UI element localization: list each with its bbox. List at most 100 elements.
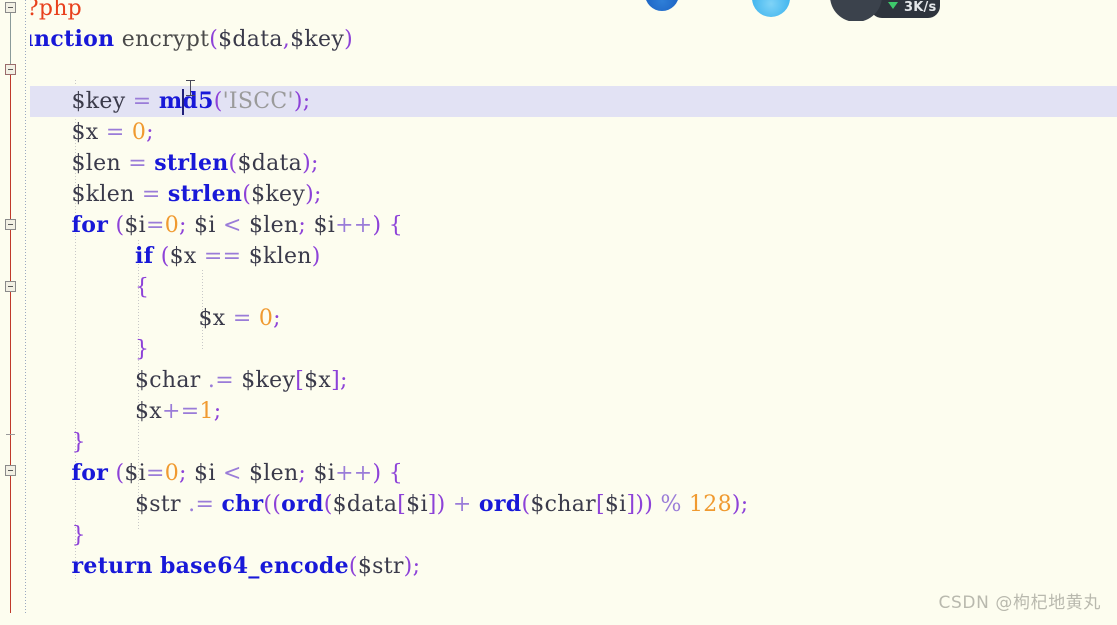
code-line[interactable]: for ($i=0; $i < $len; $i++) { (0, 458, 1117, 489)
code-line[interactable]: { (0, 55, 1117, 86)
code-token: ( (209, 27, 219, 52)
code-line[interactable]: function encrypt($data,$key) (0, 24, 1117, 55)
code-token: $data (237, 151, 303, 176)
floating-ball-blue-dark[interactable] (645, 0, 679, 11)
code-token: ) (344, 27, 353, 52)
floating-ball-light-icon (752, 0, 790, 17)
code-token: 'ISCC' (222, 89, 294, 114)
code-line[interactable]: $x = 0; (0, 303, 1117, 334)
code-token: ) (293, 89, 303, 114)
fold-collapse-button[interactable] (5, 281, 16, 292)
code-token: ; (146, 120, 154, 145)
code-line[interactable]: if ($x == $klen) (0, 241, 1117, 272)
code-token: $char (530, 492, 596, 517)
code-token: $i (194, 461, 216, 486)
gutter-dotted-rule (25, 0, 26, 625)
code-line[interactable]: return base64_encode($str); (0, 551, 1117, 582)
code-line[interactable]: <?php (0, 0, 1117, 24)
code-line[interactable]: } (0, 427, 1117, 458)
code-token: { (388, 461, 404, 486)
fold-collapse-button[interactable] (5, 2, 16, 13)
code-token: 0 (164, 461, 180, 486)
code-token: = (105, 120, 125, 145)
code-token: $klen (248, 244, 312, 269)
code-token: $len (71, 151, 121, 176)
code-token: ; (412, 554, 421, 579)
code-line[interactable]: $len = strlen($data); (0, 148, 1117, 179)
code-token: $klen (71, 182, 135, 207)
code-token: ; (298, 213, 307, 238)
fold-gutter[interactable] (0, 0, 30, 625)
code-token: $key (241, 368, 296, 393)
code-token: ( (242, 182, 252, 207)
text-caret (182, 89, 184, 115)
fold-collapse-button[interactable] (5, 465, 16, 476)
code-token: } (71, 523, 86, 548)
code-token: ; (302, 89, 311, 114)
code-token: { (135, 275, 150, 300)
code-token: ++ (335, 461, 373, 486)
code-line-text: $char .= $key[$x]; (0, 365, 348, 396)
code-token: $str (135, 492, 181, 517)
fold-collapse-button[interactable] (5, 64, 16, 75)
code-line[interactable]: $klen = strlen($key); (0, 179, 1117, 210)
code-token: $key (251, 182, 306, 207)
code-editor-window[interactable]: <?phpfunction encrypt($data,$key){$key =… (0, 0, 1117, 625)
code-token: ++ (335, 213, 373, 238)
fold-collapse-button[interactable] (5, 219, 16, 230)
code-line[interactable]: } (0, 520, 1117, 551)
code-token: (( (263, 492, 282, 517)
code-token: = (128, 151, 147, 176)
code-line-text: $key = md5('ISCC'); (0, 86, 311, 117)
code-line[interactable]: $x+=1; (0, 396, 1117, 427)
code-line[interactable]: { (0, 272, 1117, 303)
code-token: , (282, 27, 291, 52)
code-token: += (162, 399, 200, 424)
code-token: ; (179, 213, 187, 238)
code-token: ; (310, 151, 319, 176)
code-token: = (141, 182, 161, 207)
code-token: $x (135, 399, 163, 424)
code-line[interactable]: for ($i=0; $i < $len; $i++) { (0, 210, 1117, 241)
code-token: $i (313, 213, 336, 238)
code-line[interactable]: $str .= chr((ord($data[$i]) + ord($char[… (0, 489, 1117, 520)
code-token: encrypt (121, 27, 210, 52)
code-token: ])) (626, 492, 654, 517)
network-speed-widget[interactable]: 3K/s (830, 0, 940, 21)
floating-ball-blue-light[interactable] (752, 0, 790, 17)
code-token: ] (331, 368, 341, 393)
code-token: 1 (199, 399, 214, 424)
code-token: ( (115, 213, 125, 238)
code-token: $char (135, 368, 201, 393)
code-token: } (71, 430, 86, 455)
code-content[interactable]: <?phpfunction encrypt($data,$key){$key =… (0, 0, 1117, 625)
code-token: $i (124, 213, 146, 238)
code-line[interactable]: } (0, 334, 1117, 365)
code-line[interactable]: $x = 0; (0, 117, 1117, 148)
code-token: ( (160, 244, 170, 269)
code-token: .= (207, 368, 234, 393)
code-token: $len (249, 213, 299, 238)
code-line[interactable]: $char .= $key[$x]; (0, 365, 1117, 396)
code-line[interactable]: $key = md5('ISCC'); (0, 86, 1117, 117)
code-line-text: $x+=1; (0, 396, 222, 427)
code-token: chr (221, 491, 264, 517)
code-token: $key (71, 89, 126, 114)
code-token: strlen (167, 181, 243, 207)
